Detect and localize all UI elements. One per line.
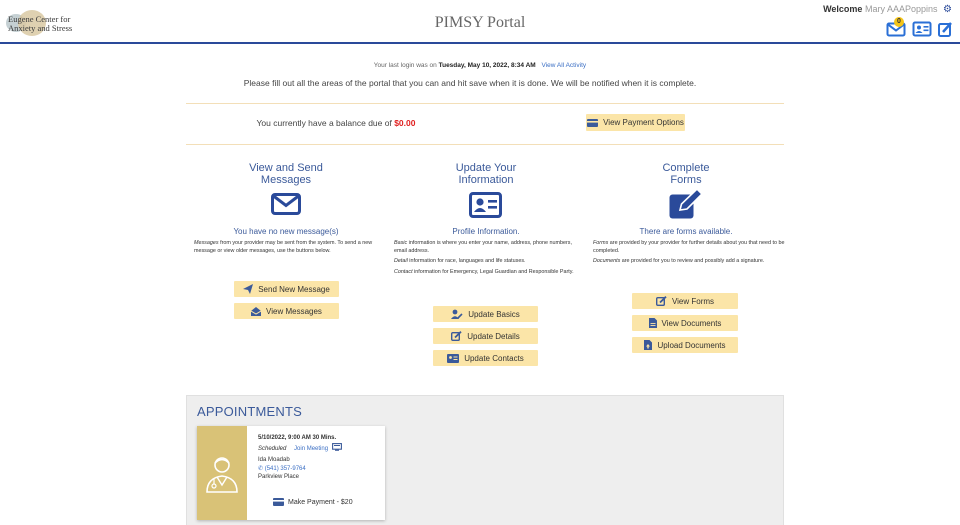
join-meeting-link[interactable]: Join Meeting [294,442,342,452]
edit-icon[interactable] [938,21,958,39]
user-edit-icon [451,309,463,319]
appointment-status: Scheduled [258,445,287,452]
view-payment-options-label: View Payment Options [603,118,684,127]
update-contacts-button[interactable]: Update Contacts [433,350,538,366]
messages-title: View and Send Messages [186,162,386,186]
send-new-message-button[interactable]: Send New Message [234,281,339,297]
appointment-card[interactable]: 5/10/2022, 9:00 AM 30 Mins. Scheduled Jo… [197,426,385,520]
page-title: PIMSY Portal [434,14,526,31]
credit-card-icon [587,118,599,127]
forms-description: Forms are provided by your provider for … [593,240,785,269]
update-contacts-label: Update Contacts [464,353,524,363]
make-payment-link[interactable]: Make Payment - $20 [273,498,353,506]
detail-desc: information for race, languages and life… [407,258,526,264]
id-card-icon [469,192,502,223]
header: Eugene Center for Anxiety and Stress PIM… [0,0,960,44]
upload-documents-button[interactable]: Upload Documents [632,337,738,353]
provider-name: Ida Moadab [258,457,290,463]
envelope-open-icon [251,306,262,316]
join-meeting-label: Join Meeting [294,445,329,452]
appointment-datetime: 5/10/2022, 9:00 AM 30 Mins. [258,435,337,441]
messages-desc-em: Messages [194,240,219,246]
id-card-icon[interactable] [912,21,932,39]
file-upload-icon [644,340,653,350]
header-actions: 0 [886,17,958,39]
appointment-location: Parkview Place [258,474,300,480]
information-title-line-2: Information [458,174,514,186]
balance-text: You currently have a balance due of $0.0… [186,118,486,128]
view-messages-label: View Messages [266,306,322,316]
credit-card-icon [273,498,284,506]
messages-desc-text: from your provider may be sent from the … [194,240,373,254]
last-login-datetime: Tuesday, May 10, 2022, 8:34 AM [438,62,536,69]
forms-title-line-1: Complete [662,162,710,174]
update-details-button[interactable]: Update Details [433,328,538,344]
divider [186,103,784,104]
documents-desc: are provided for you to review and possi… [620,258,765,264]
update-basics-button[interactable]: Update Basics [433,306,538,322]
messages-description: Messages from your provider may be sent … [194,240,384,258]
last-login-label: Your last login was on [373,62,437,69]
forms-desc: are provided by your provider for furthe… [593,240,785,254]
document-icon [648,318,657,328]
send-new-message-label: Send New Message [258,284,330,294]
forms-em: Forms [593,240,609,246]
make-payment-label: Make Payment - $20 [288,498,353,506]
messages-title-line-2: Messages [260,174,312,186]
envelope-icon[interactable]: 0 [886,17,906,39]
paper-plane-icon [243,284,254,294]
upload-documents-label: Upload Documents [657,340,726,350]
divider [186,144,784,145]
monitor-icon [331,442,342,451]
view-forms-label: View Forms [671,296,715,306]
balance-label: You currently have a balance due of [256,118,392,128]
information-title: Update Your Information [386,162,586,186]
user-name: Mary AAAPoppins [864,4,938,14]
forms-title: Complete Forms [586,162,786,186]
instructions-text: Please fill out all the areas of the por… [243,78,697,88]
messages-title-line-1: View and Send [249,162,323,174]
message-badge: 0 [894,17,904,27]
last-login-info: Your last login was on Tuesday, May 10, … [0,62,960,69]
welcome-text: Welcome Mary AAAPoppins ⚙ [823,4,952,15]
detail-em: Detail [394,258,408,264]
edit-icon [451,331,462,341]
information-status: Profile Information. [452,227,520,236]
update-basics-label: Update Basics [468,309,520,319]
view-forms-button[interactable]: View Forms [632,293,738,309]
edit-icon [668,187,704,225]
balance-amount: $0.00 [394,118,416,128]
gear-icon[interactable]: ⚙ [943,4,952,15]
messages-status: You have no new message(s) [233,227,339,236]
view-documents-button[interactable]: View Documents [632,315,738,331]
address-card-icon [447,353,460,363]
forms-title-line-2: Forms [670,174,702,186]
contact-em: Contact [394,268,413,275]
documents-em: Documents [593,258,621,264]
forms-status: There are forms available. [639,227,733,236]
view-payment-options-button[interactable]: View Payment Options [586,114,685,131]
view-messages-button[interactable]: View Messages [234,303,339,319]
envelope-icon [271,193,301,220]
phone-icon: ✆ [258,465,264,472]
basic-em: Basic [394,240,408,246]
appointment-details: 5/10/2022, 9:00 AM 30 Mins. Scheduled Jo… [258,434,342,482]
information-description: Basic information is where you enter you… [394,240,582,279]
provider-phone[interactable]: ✆ (541) 357-9764 [258,465,342,474]
appointments-heading: APPOINTMENTS [197,404,302,419]
provider-avatar-icon [206,457,238,493]
appointment-card-side [197,426,247,520]
contact-desc: information for Emergency, Legal Guardia… [412,268,574,275]
provider-phone-number: (541) 357-9764 [264,465,306,472]
view-documents-label: View Documents [661,318,722,328]
welcome-label: Welcome [823,4,863,14]
edit-icon [655,296,667,306]
information-title-line-1: Update Your [455,162,517,174]
update-details-label: Update Details [467,331,520,341]
appointments-panel: APPOINTMENTS 5/10/2022, 9:00 AM 30 Mins.… [186,395,784,525]
basic-desc: information is where you enter your name… [394,240,572,254]
view-all-activity-link[interactable]: View All Activity [542,62,587,69]
